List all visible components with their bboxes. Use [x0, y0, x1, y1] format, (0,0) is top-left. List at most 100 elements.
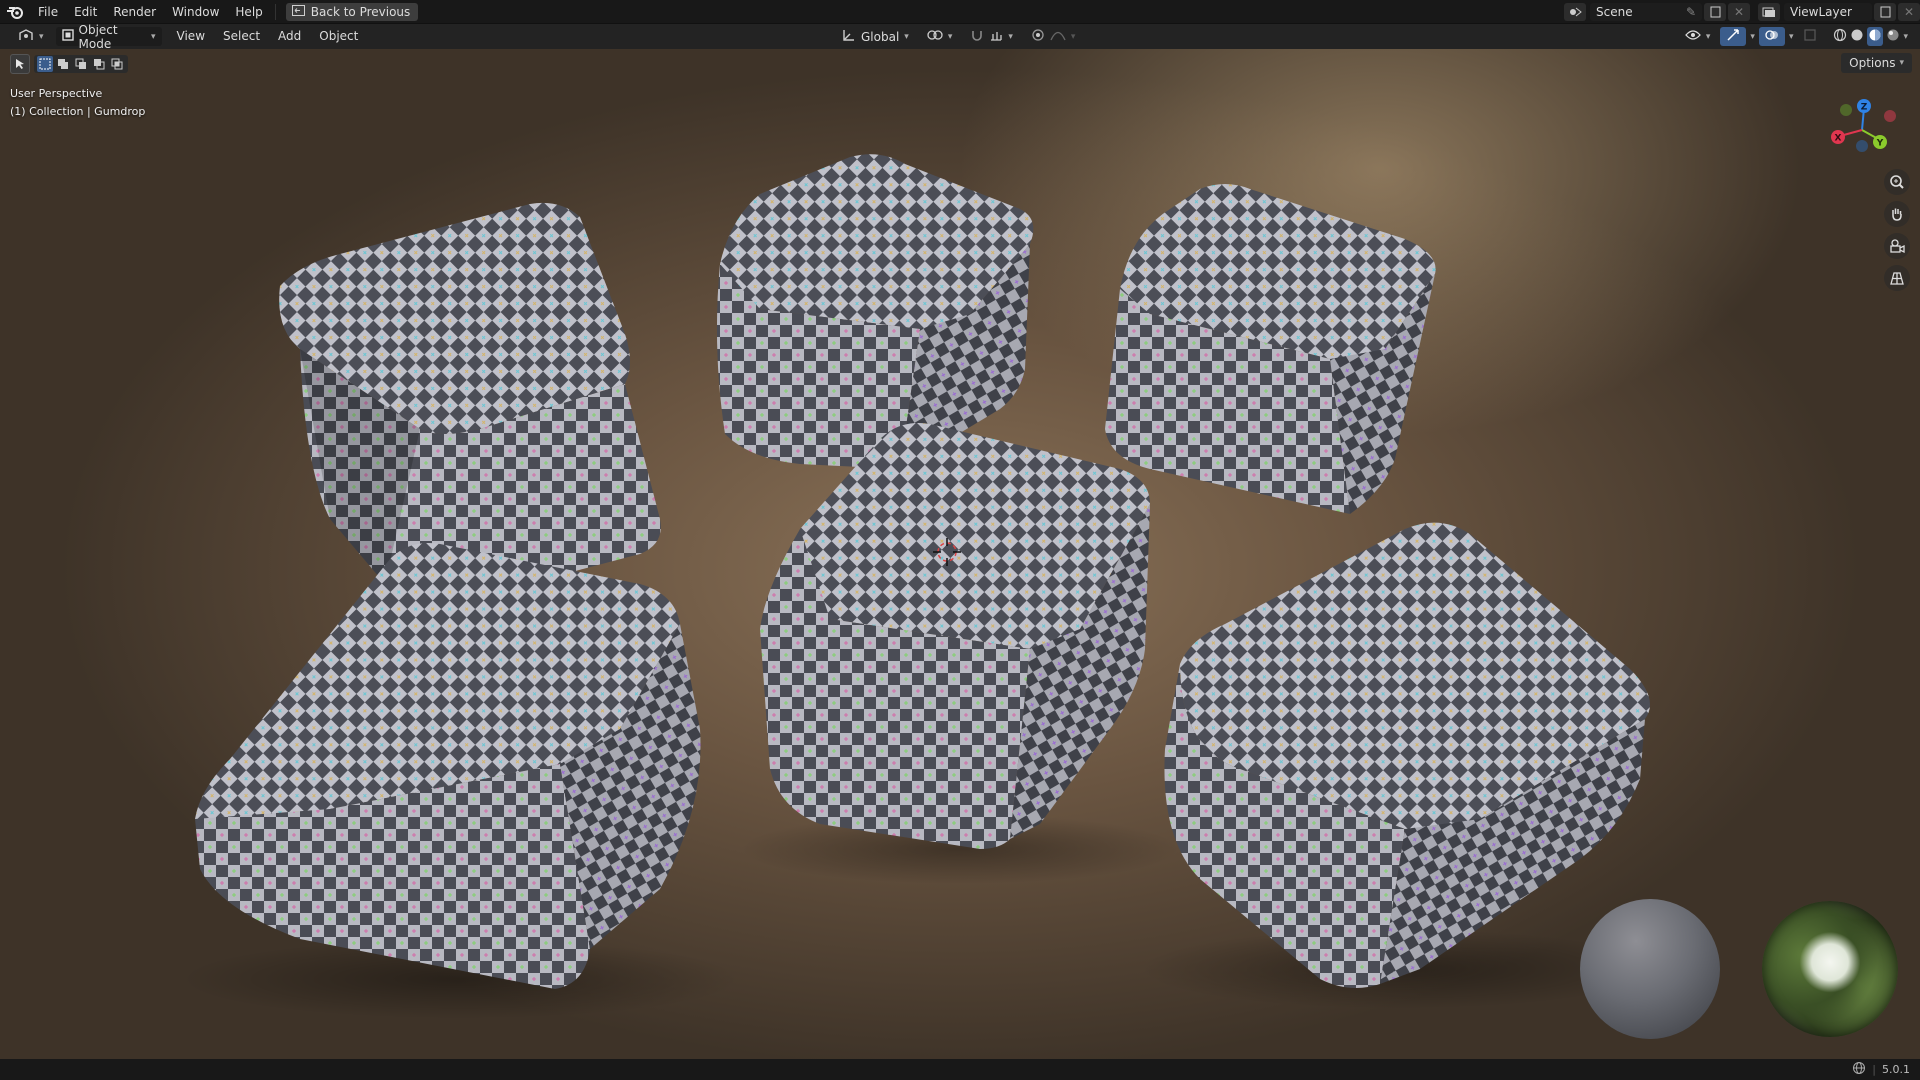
viewport-header: ▾ Object Mode ▾ View Select Add Object G… [0, 23, 1920, 51]
falloff-icon [1050, 29, 1066, 44]
viewlayer-type-icon[interactable] [1758, 3, 1780, 21]
scene-label: Scene [1596, 5, 1633, 19]
new-scene-icon[interactable] [1704, 3, 1726, 21]
shading-mode-group: ▾ [1827, 27, 1914, 46]
snap-target-icon [989, 28, 1003, 45]
editor-type-icon [18, 28, 34, 45]
viewlayer-label: ViewLayer [1790, 5, 1852, 19]
snap-toggle[interactable]: ▾ [964, 27, 1019, 46]
chevron-down-icon[interactable]: ▾ [1789, 32, 1794, 42]
viewport-info: User Perspective (1) Collection | Gumdro… [10, 85, 145, 121]
menu-help[interactable]: Help [227, 0, 270, 24]
network-icon[interactable] [1852, 1061, 1866, 1078]
chevron-down-icon: ▾ [1008, 31, 1013, 42]
chevron-down-icon: ▾ [151, 31, 156, 42]
new-viewlayer-icon[interactable] [1874, 3, 1896, 21]
back-icon [291, 4, 305, 19]
material-shading-icon[interactable] [1867, 27, 1884, 46]
solid-shading-icon[interactable] [1850, 28, 1864, 45]
orientation-icon [842, 28, 856, 45]
perspective-label: User Perspective [10, 87, 103, 100]
version-label: 5.0.1 [1882, 1063, 1910, 1076]
chevron-down-icon: ▾ [904, 31, 909, 42]
y-axis-label: Y [1876, 139, 1884, 149]
chevron-down-icon: ▾ [1070, 31, 1076, 42]
select-new-icon[interactable] [37, 56, 53, 72]
mode-label: Object Mode [78, 22, 118, 51]
workspace-selectors: Scene ✎ ✕ ViewLayer ✕ [1562, 0, 1920, 24]
cube-top-center [716, 154, 1034, 469]
snap-icon [970, 28, 984, 45]
mode-dropdown[interactable]: Object Mode ▾ [55, 23, 162, 51]
options-dropdown[interactable]: Options ▾ [1841, 53, 1912, 73]
pivot-icon [927, 28, 943, 45]
mode-icon [61, 29, 74, 44]
x-axis-label: X [1835, 134, 1842, 144]
visibility-icon [1685, 29, 1701, 44]
proportional-editing-toggle[interactable]: ▾ [1025, 27, 1082, 46]
cube-bottom-left [195, 543, 701, 989]
select-extend-icon[interactable] [55, 56, 71, 72]
menu-add[interactable]: Add [269, 24, 310, 49]
overlay-icon [1765, 28, 1779, 45]
gizmo-toggle[interactable] [1720, 27, 1747, 46]
xray-toggle[interactable] [1797, 27, 1823, 46]
collection-label: (1) Collection | Gumdrop [10, 105, 146, 118]
cube-top-right [1105, 184, 1436, 514]
camera-icon[interactable] [1884, 233, 1910, 259]
top-menu-bar: File Edit Render Window Help Back to Pre… [0, 0, 1920, 24]
lookdev-hdri-sphere [1762, 901, 1898, 1037]
zoom-icon[interactable] [1884, 169, 1910, 195]
grid-icon[interactable] [1884, 265, 1910, 291]
menu-window[interactable]: Window [164, 0, 227, 24]
transform-controls: Global ▾ ▾ ▾ ▾ [836, 27, 1081, 46]
orientation-label: Global [861, 29, 900, 44]
scene-field[interactable]: Scene ✎ [1590, 3, 1702, 21]
navigation-gizmo[interactable]: Z Y X [1822, 94, 1902, 164]
lookdev-material-sphere [1580, 899, 1720, 1039]
navigation-buttons [1884, 169, 1910, 291]
menu-separator [274, 3, 276, 20]
chevron-down-icon[interactable]: ▾ [1750, 32, 1755, 42]
pivot-dropdown[interactable]: ▾ [921, 27, 959, 46]
scene-type-icon[interactable] [1564, 3, 1586, 21]
menu-view[interactable]: View [168, 24, 214, 49]
back-to-previous-label: Back to Previous [310, 4, 411, 19]
xray-icon [1803, 28, 1817, 45]
wireframe-shading-icon[interactable] [1833, 28, 1847, 45]
select-invert-icon[interactable] [91, 56, 107, 72]
options-label: Options [1849, 56, 1896, 70]
pin-icon[interactable]: ✎ [1686, 5, 1696, 19]
cube-bottom-right [1164, 522, 1650, 988]
menu-object[interactable]: Object [310, 24, 367, 49]
blender-logo-icon[interactable] [0, 0, 30, 24]
orientation-dropdown[interactable]: Global ▾ [836, 27, 915, 46]
viewlayer-field[interactable]: ViewLayer [1784, 3, 1872, 21]
visibility-dropdown[interactable]: ▾ [1679, 27, 1717, 46]
hand-icon[interactable] [1884, 201, 1910, 227]
editor-type-button[interactable]: ▾ [12, 27, 50, 46]
select-intersect-icon[interactable] [109, 56, 125, 72]
proportional-icon [1031, 28, 1045, 45]
select-subtract-icon[interactable] [73, 56, 89, 72]
back-to-previous-button[interactable]: Back to Previous [285, 2, 419, 21]
selection-mode-group [34, 55, 128, 73]
tool-row [10, 52, 128, 76]
select-tool-icon[interactable] [10, 54, 30, 74]
status-bar: | 5.0.1 [0, 1059, 1920, 1080]
3d-viewport[interactable]: Options ▾ User Perspective (1) Collectio… [0, 49, 1920, 1059]
delete-scene-icon[interactable]: ✕ [1728, 3, 1750, 21]
menu-render[interactable]: Render [105, 0, 164, 24]
chevron-down-icon: ▾ [1705, 31, 1711, 42]
cube-top-left [279, 202, 661, 605]
chevron-down-icon: ▾ [39, 31, 44, 42]
rendered-shading-icon[interactable] [1886, 28, 1900, 45]
menu-edit[interactable]: Edit [66, 0, 105, 24]
chevron-down-icon: ▾ [1899, 58, 1904, 68]
delete-viewlayer-icon[interactable]: ✕ [1898, 3, 1920, 21]
shading-controls: ▾ ▾ ▾ ▾ [1679, 27, 1914, 46]
chevron-down-icon[interactable]: ▾ [1903, 32, 1908, 42]
menu-select[interactable]: Select [214, 24, 269, 49]
menu-file[interactable]: File [30, 0, 66, 24]
overlay-toggle[interactable] [1758, 27, 1785, 46]
